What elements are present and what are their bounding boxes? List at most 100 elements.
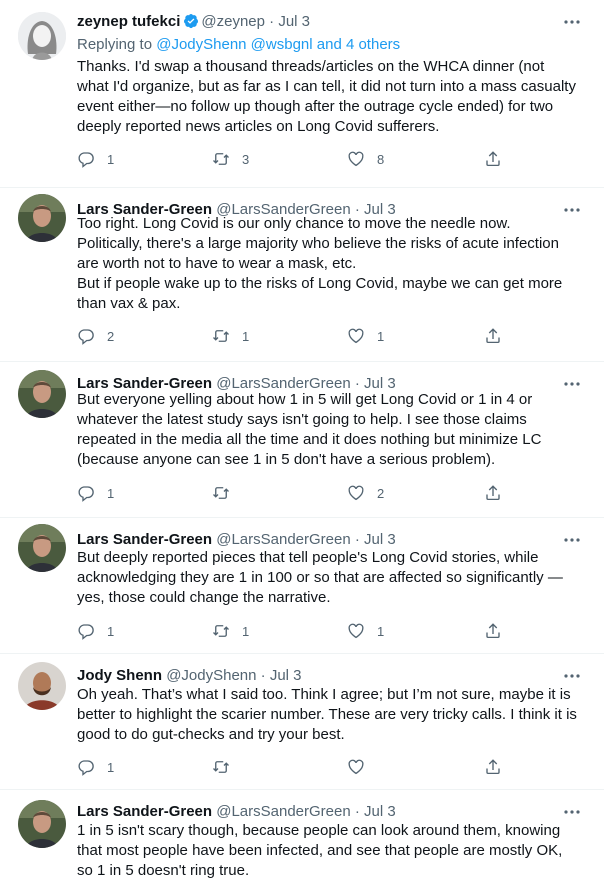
- retweet-button[interactable]: [212, 757, 242, 777]
- avatar[interactable]: [18, 194, 66, 242]
- like-count: 1: [377, 328, 385, 344]
- conversation-thread: zeynep tufekci @zeynep · Jul 3 Replying t…: [0, 0, 604, 889]
- like-count: 1: [377, 623, 385, 639]
- reply-icon: [78, 760, 94, 776]
- tweet-header: Jody Shenn @JodyShenn · Jul 3: [77, 666, 564, 686]
- like-button[interactable]: [347, 757, 377, 777]
- handle[interactable]: @LarsSanderGreen: [216, 531, 350, 548]
- retweet-icon: [213, 625, 229, 637]
- replying-to-label: Replying to: [77, 36, 153, 53]
- avatar[interactable]: [18, 12, 66, 60]
- display-name[interactable]: zeynep tufekci: [77, 13, 180, 30]
- retweet-count: 1: [242, 328, 250, 344]
- like-count: 8: [377, 151, 385, 167]
- tweet-text: But everyone yelling about how 1 in 5 wi…: [77, 391, 542, 468]
- reply-icon: [78, 329, 94, 345]
- timestamp[interactable]: Jul 3: [278, 13, 310, 30]
- replying-to: Replying to @JodyShenn @wsbgnl and 4 oth…: [77, 35, 400, 55]
- avatar[interactable]: [18, 800, 66, 848]
- share-button[interactable]: [484, 149, 502, 169]
- reply-icon: [78, 152, 94, 168]
- tweet[interactable]: Jody Shenn @JodyShenn · Jul 3 Oh yeah. T…: [0, 654, 604, 790]
- retweet-icon: [213, 487, 229, 499]
- like-button[interactable]: 2: [347, 483, 384, 503]
- retweet-button[interactable]: 1: [212, 621, 249, 641]
- share-icon: [486, 328, 500, 344]
- share-icon: [486, 759, 500, 775]
- handle[interactable]: @zeynep: [201, 13, 265, 30]
- retweet-icon: [213, 761, 229, 773]
- share-button[interactable]: [484, 326, 502, 346]
- tweet[interactable]: Lars Sander-Green @LarsSanderGreen · Jul…: [0, 518, 604, 654]
- tweet-header: zeynep tufekci @zeynep · Jul 3: [77, 12, 564, 32]
- reply-button[interactable]: 1: [77, 757, 114, 777]
- separator-dot: ·: [260, 667, 266, 684]
- retweet-icon: [213, 153, 229, 165]
- retweet-count: 1: [242, 623, 250, 639]
- like-icon: [348, 623, 364, 639]
- reply-count: 1: [107, 485, 115, 501]
- tweet-text: 1 in 5 isn't scary though, because peopl…: [77, 822, 563, 879]
- share-button[interactable]: [484, 757, 502, 777]
- tweet-actions: 1 1 1: [77, 621, 517, 641]
- avatar[interactable]: [18, 662, 66, 710]
- timestamp[interactable]: Jul 3: [364, 531, 396, 548]
- more-icon[interactable]: [562, 802, 582, 822]
- reply-button[interactable]: 1: [77, 621, 114, 641]
- reply-count: 1: [107, 623, 115, 639]
- tweet[interactable]: Lars Sander-Green @LarsSanderGreen · Jul…: [0, 362, 604, 518]
- timestamp[interactable]: Jul 3: [270, 667, 302, 684]
- tweet[interactable]: zeynep tufekci @zeynep · Jul 3 Replying t…: [0, 0, 604, 188]
- retweet-icon: [213, 330, 229, 342]
- reply-count: 2: [107, 328, 115, 344]
- like-icon: [348, 485, 364, 501]
- tweet-actions: 1 2: [77, 483, 517, 503]
- display-name[interactable]: Lars Sander-Green: [77, 531, 212, 548]
- replying-to-users-link[interactable]: @JodyShenn @wsbgnl and 4 others: [156, 36, 400, 53]
- share-icon: [486, 151, 500, 167]
- timestamp[interactable]: Jul 3: [364, 803, 396, 820]
- tweet[interactable]: Lars Sander-Green @LarsSanderGreen · Jul…: [0, 790, 604, 889]
- retweet-button[interactable]: 3: [212, 149, 249, 169]
- tweet-text: Oh yeah. That’s what I said too. Think I…: [77, 686, 577, 743]
- more-icon[interactable]: [562, 12, 582, 32]
- retweet-button[interactable]: 1: [212, 326, 249, 346]
- retweet-button[interactable]: [212, 483, 242, 503]
- share-button[interactable]: [484, 621, 502, 641]
- display-name[interactable]: Lars Sander-Green: [77, 803, 212, 820]
- handle[interactable]: @LarsSanderGreen: [216, 803, 350, 820]
- like-button[interactable]: 1: [347, 326, 384, 346]
- share-icon: [486, 485, 500, 501]
- tweet-header: Lars Sander-Green @LarsSanderGreen · Jul…: [77, 530, 564, 550]
- reply-icon: [78, 486, 94, 502]
- like-button[interactable]: 8: [347, 149, 384, 169]
- tweet-text: Thanks. I'd swap a thousand threads/arti…: [77, 58, 576, 135]
- avatar[interactable]: [18, 370, 66, 418]
- share-button[interactable]: [484, 483, 502, 503]
- retweet-count: 3: [242, 151, 250, 167]
- avatar[interactable]: [18, 524, 66, 572]
- tweet-actions: 1 3 8: [77, 149, 517, 169]
- reply-button[interactable]: 2: [77, 326, 114, 346]
- reply-button[interactable]: 1: [77, 483, 114, 503]
- tweet-text: But deeply reported pieces that tell peo…: [77, 549, 563, 606]
- like-button[interactable]: 1: [347, 621, 384, 641]
- display-name[interactable]: Jody Shenn: [77, 667, 162, 684]
- handle[interactable]: @JodyShenn: [166, 667, 256, 684]
- reply-button[interactable]: 1: [77, 149, 114, 169]
- verified-icon: [184, 14, 199, 29]
- more-icon[interactable]: [562, 530, 582, 550]
- separator-dot: ·: [354, 531, 360, 548]
- reply-count: 1: [107, 151, 115, 167]
- tweet-header: Lars Sander-Green @LarsSanderGreen · Jul…: [77, 802, 564, 822]
- share-icon: [486, 623, 500, 639]
- like-icon: [348, 151, 364, 167]
- more-icon[interactable]: [562, 666, 582, 686]
- separator-dot: ·: [269, 13, 275, 30]
- separator-dot: ·: [354, 803, 360, 820]
- tweet[interactable]: Lars Sander-Green @LarsSanderGreen · Jul…: [0, 188, 604, 362]
- tweet-text: Too right. Long Covid is our only chance…: [77, 215, 563, 312]
- reply-icon: [78, 624, 94, 640]
- like-count: 2: [377, 485, 385, 501]
- like-icon: [348, 328, 364, 344]
